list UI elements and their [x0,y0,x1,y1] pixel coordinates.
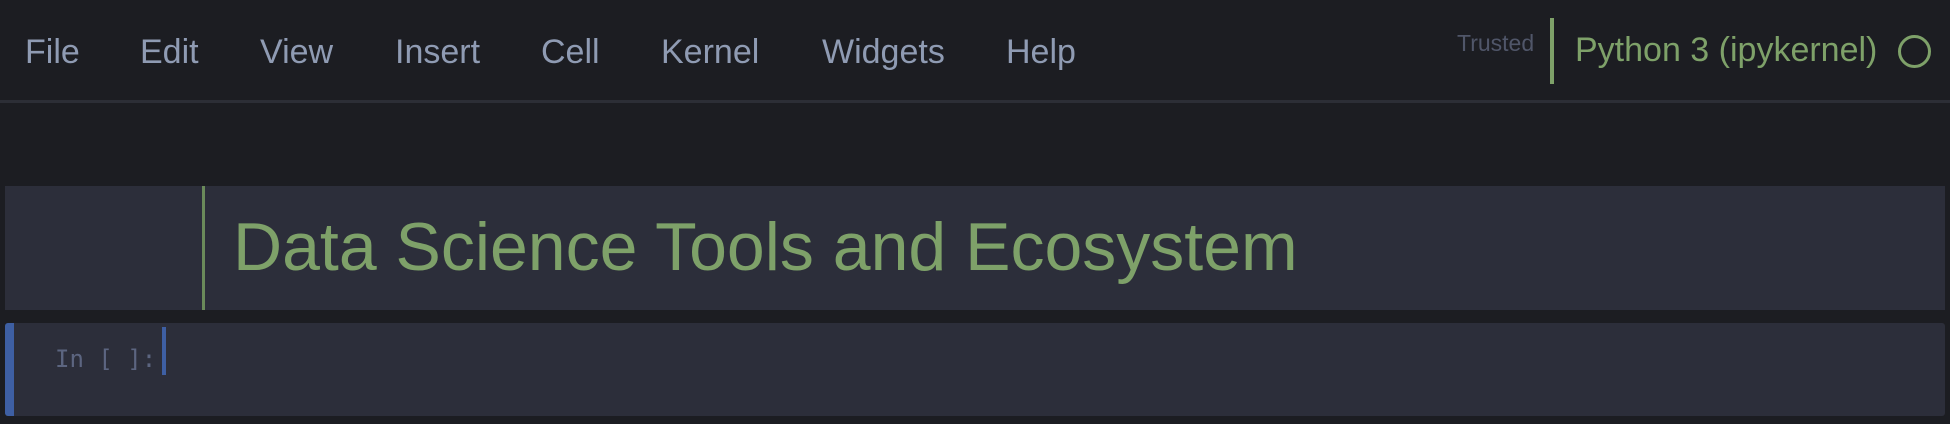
menu-edit[interactable]: Edit [140,30,199,74]
menu-cell[interactable]: Cell [541,30,600,74]
input-prompt: In [ ]: [55,345,157,373]
kernel-name[interactable]: Python 3 (ipykernel) [1575,28,1877,72]
kernel-status-idle-icon [1898,35,1931,68]
menu-view[interactable]: View [260,30,333,74]
text-cursor [162,327,166,375]
kernel-divider [1550,18,1554,84]
menu-help[interactable]: Help [1006,30,1076,74]
code-cell[interactable]: In [ ]: [5,323,1945,416]
menubar: File Edit View Insert Cell Kernel Widget… [0,0,1950,103]
trusted-indicator[interactable]: Trusted [1457,28,1534,58]
markdown-cell[interactable]: Data Science Tools and Ecosystem [5,186,1945,310]
menu-widgets[interactable]: Widgets [822,30,945,74]
menu-file[interactable]: File [25,30,80,74]
markdown-cell-rendered-bar [202,186,205,310]
menu-insert[interactable]: Insert [395,30,480,74]
notebook-heading: Data Science Tools and Ecosystem [233,209,1298,285]
code-editor[interactable] [170,327,1940,407]
menu-kernel[interactable]: Kernel [661,30,759,74]
cell-selection-indicator [5,323,14,416]
